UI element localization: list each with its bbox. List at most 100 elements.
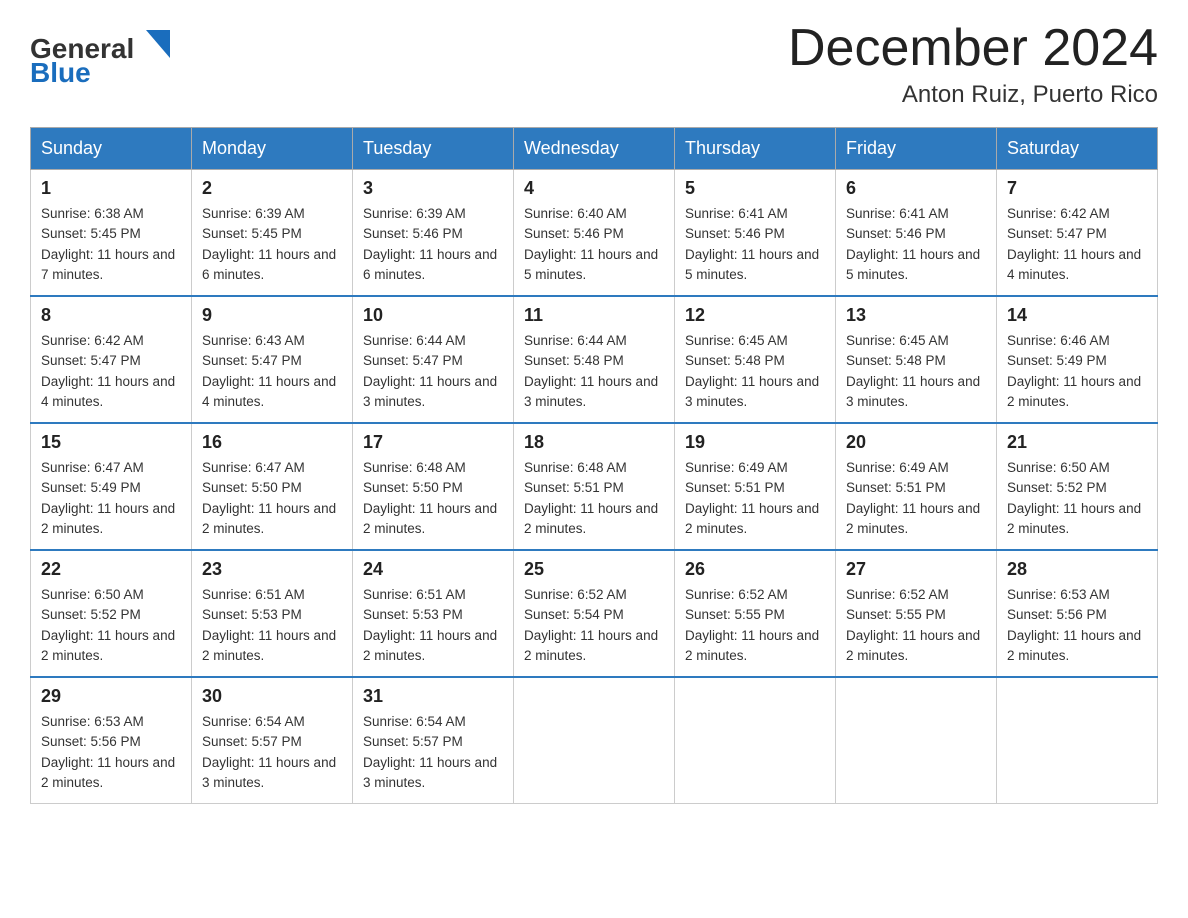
sunrise-text: Sunrise: 6:41 AM [685,204,825,224]
day-info: Sunrise: 6:53 AMSunset: 5:56 PMDaylight:… [41,712,181,793]
sunset-text: Sunset: 5:49 PM [41,478,181,498]
calendar-week-row: 15 Sunrise: 6:47 AMSunset: 5:49 PMDayligh… [31,423,1158,550]
daylight-text: Daylight: 11 hours and 2 minutes. [524,626,664,667]
day-info: Sunrise: 6:51 AMSunset: 5:53 PMDaylight:… [202,585,342,666]
day-number: 1 [41,178,181,199]
calendar-cell: 4Sunrise: 6:40 AMSunset: 5:46 PMDaylight… [514,170,675,297]
sunrise-text: Sunrise: 6:39 AM [202,204,342,224]
daylight-text: Daylight: 11 hours and 3 minutes. [524,372,664,413]
day-info: Sunrise: 6:39 AMSunset: 5:46 PMDaylight:… [363,204,503,285]
calendar-cell: 21Sunrise: 6:50 AMSunset: 5:52 PMDayligh… [997,423,1158,550]
day-info: Sunrise: 6:50 AMSunset: 5:52 PMDaylight:… [1007,458,1147,539]
day-number: 29 [41,686,181,707]
sunrise-text: Sunrise: 6:45 AM [685,331,825,351]
day-number: 18 [524,432,664,453]
daylight-text: Daylight: 11 hours and 2 minutes. [41,753,181,794]
daylight-text: Daylight: 11 hours and 5 minutes. [846,245,986,286]
day-number: 10 [363,305,503,326]
sunrise-text: Sunrise: 6:47 AM [41,458,181,478]
day-number: 22 [41,559,181,580]
day-info: Sunrise: 6:47 AMSunset: 5:49 PMDaylight:… [41,458,181,539]
day-number: 12 [685,305,825,326]
day-info: Sunrise: 6:42 AMSunset: 5:47 PMDaylight:… [41,331,181,412]
calendar-cell: 11 Sunrise: 6:44 AMSunset: 5:48 PMDayligh… [514,296,675,423]
sunrise-text: Sunrise: 6:51 AM [363,585,503,605]
day-number: 25 [524,559,664,580]
daylight-text: Daylight: 11 hours and 6 minutes. [202,245,342,286]
svg-text:Blue: Blue [30,57,91,88]
page-title: December 2024 [788,20,1158,77]
calendar-body: 1Sunrise: 6:38 AMSunset: 5:45 PMDaylight… [31,170,1158,804]
daylight-text: Daylight: 11 hours and 4 minutes. [1007,245,1147,286]
sunset-text: Sunset: 5:57 PM [202,732,342,752]
day-info: Sunrise: 6:48 AMSunset: 5:50 PMDaylight:… [363,458,503,539]
daylight-text: Daylight: 11 hours and 2 minutes. [685,626,825,667]
calendar-week-row: 29 Sunrise: 6:53 AMSunset: 5:56 PMDayligh… [31,677,1158,804]
daylight-text: Daylight: 11 hours and 3 minutes. [202,753,342,794]
day-number: 31 [363,686,503,707]
day-info: Sunrise: 6:45 AMSunset: 5:48 PMDaylight:… [685,331,825,412]
calendar-cell: 27Sunrise: 6:52 AMSunset: 5:55 PMDayligh… [836,550,997,677]
calendar-cell: 5Sunrise: 6:41 AMSunset: 5:46 PMDaylight… [675,170,836,297]
sunrise-text: Sunrise: 6:54 AM [363,712,503,732]
calendar-cell: 30Sunrise: 6:54 AMSunset: 5:57 PMDayligh… [192,677,353,804]
calendar-cell: 9Sunrise: 6:43 AMSunset: 5:47 PMDaylight… [192,296,353,423]
daylight-text: Daylight: 11 hours and 4 minutes. [202,372,342,413]
sunset-text: Sunset: 5:52 PM [1007,478,1147,498]
day-info: Sunrise: 6:41 AMSunset: 5:46 PMDaylight:… [846,204,986,285]
sunset-text: Sunset: 5:47 PM [363,351,503,371]
day-number: 2 [202,178,342,199]
calendar-cell: 7Sunrise: 6:42 AMSunset: 5:47 PMDaylight… [997,170,1158,297]
daylight-text: Daylight: 11 hours and 5 minutes. [524,245,664,286]
day-info: Sunrise: 6:47 AMSunset: 5:50 PMDaylight:… [202,458,342,539]
daylight-text: Daylight: 11 hours and 2 minutes. [202,626,342,667]
daylight-text: Daylight: 11 hours and 3 minutes. [846,372,986,413]
day-info: Sunrise: 6:41 AMSunset: 5:46 PMDaylight:… [685,204,825,285]
sunrise-text: Sunrise: 6:52 AM [524,585,664,605]
day-info: Sunrise: 6:40 AMSunset: 5:46 PMDaylight:… [524,204,664,285]
calendar-cell: 24Sunrise: 6:51 AMSunset: 5:53 PMDayligh… [353,550,514,677]
header-tuesday: Tuesday [353,128,514,170]
sunset-text: Sunset: 5:45 PM [41,224,181,244]
daylight-text: Daylight: 11 hours and 5 minutes. [685,245,825,286]
page-subtitle: Anton Ruiz, Puerto Rico [788,81,1158,109]
day-number: 15 [41,432,181,453]
sunrise-text: Sunrise: 6:53 AM [1007,585,1147,605]
calendar-cell: 16Sunrise: 6:47 AMSunset: 5:50 PMDayligh… [192,423,353,550]
sunrise-text: Sunrise: 6:46 AM [1007,331,1147,351]
sunset-text: Sunset: 5:51 PM [685,478,825,498]
day-info: Sunrise: 6:46 AMSunset: 5:49 PMDaylight:… [1007,331,1147,412]
header-thursday: Thursday [675,128,836,170]
daylight-text: Daylight: 11 hours and 2 minutes. [1007,372,1147,413]
day-number: 13 [846,305,986,326]
calendar-table: Sunday Monday Tuesday Wednesday Thursday… [30,127,1158,804]
day-info: Sunrise: 6:44 AMSunset: 5:47 PMDaylight:… [363,331,503,412]
sunset-text: Sunset: 5:57 PM [363,732,503,752]
calendar-cell [675,677,836,804]
sunset-text: Sunset: 5:48 PM [524,351,664,371]
daylight-text: Daylight: 11 hours and 2 minutes. [1007,626,1147,667]
calendar-cell: 18Sunrise: 6:48 AMSunset: 5:51 PMDayligh… [514,423,675,550]
day-number: 23 [202,559,342,580]
calendar-cell: 8 Sunrise: 6:42 AMSunset: 5:47 PMDaylight… [31,296,192,423]
sunset-text: Sunset: 5:46 PM [363,224,503,244]
daylight-text: Daylight: 11 hours and 4 minutes. [41,372,181,413]
sunrise-text: Sunrise: 6:51 AM [202,585,342,605]
sunrise-text: Sunrise: 6:47 AM [202,458,342,478]
day-info: Sunrise: 6:49 AMSunset: 5:51 PMDaylight:… [846,458,986,539]
day-info: Sunrise: 6:44 AMSunset: 5:48 PMDaylight:… [524,331,664,412]
logo-svg: General Blue [30,20,185,90]
sunset-text: Sunset: 5:51 PM [524,478,664,498]
calendar-cell: 29 Sunrise: 6:53 AMSunset: 5:56 PMDayligh… [31,677,192,804]
day-number: 8 [41,305,181,326]
header-saturday: Saturday [997,128,1158,170]
calendar-cell: 17Sunrise: 6:48 AMSunset: 5:50 PMDayligh… [353,423,514,550]
day-number: 11 [524,305,664,326]
calendar-cell: 14Sunrise: 6:46 AMSunset: 5:49 PMDayligh… [997,296,1158,423]
day-number: 7 [1007,178,1147,199]
calendar-cell: 15 Sunrise: 6:47 AMSunset: 5:49 PMDayligh… [31,423,192,550]
calendar-cell: 1Sunrise: 6:38 AMSunset: 5:45 PMDaylight… [31,170,192,297]
day-info: Sunrise: 6:54 AMSunset: 5:57 PMDaylight:… [363,712,503,793]
daylight-text: Daylight: 11 hours and 7 minutes. [41,245,181,286]
sunrise-text: Sunrise: 6:42 AM [1007,204,1147,224]
